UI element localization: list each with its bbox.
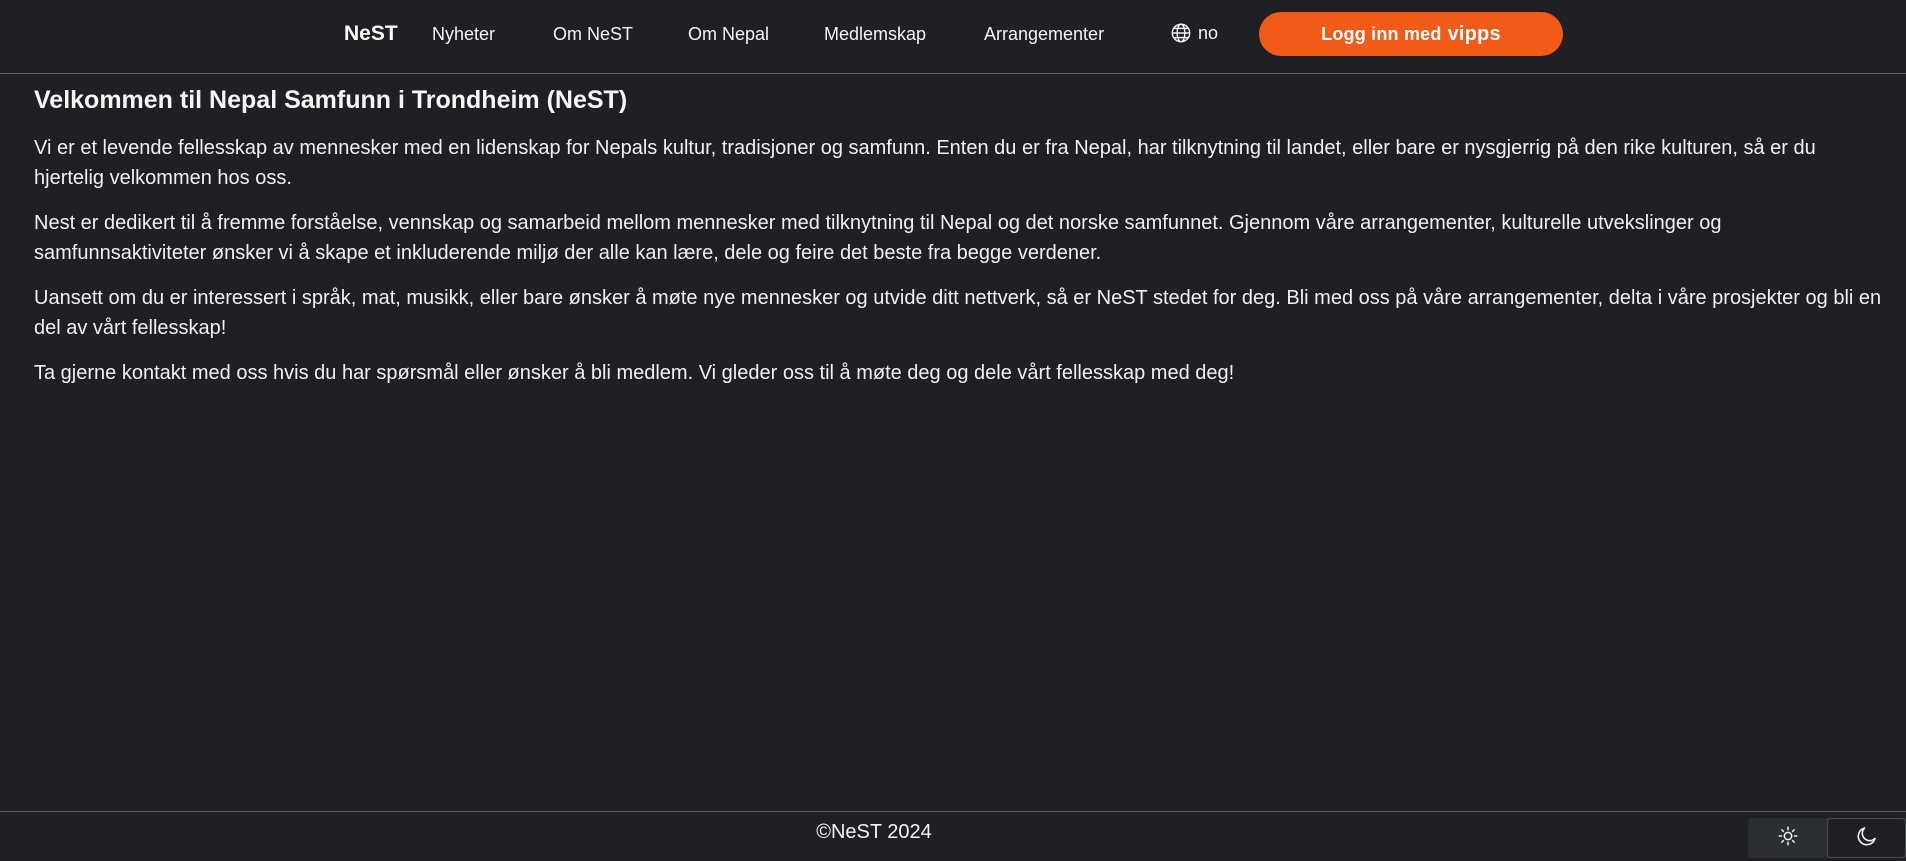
nav-link-om-nepal[interactable]: Om Nepal <box>688 24 769 45</box>
theme-toggle <box>1748 818 1906 858</box>
language-value: no <box>1198 22 1219 43</box>
vipps-logo: vipps <box>1447 22 1501 45</box>
language-selector[interactable]: no <box>1170 22 1218 44</box>
nav-link-om-nest[interactable]: Om NeST <box>553 24 633 45</box>
copyright-text: ©NeST 2024 <box>816 821 932 843</box>
login-vipps-button[interactable]: Logg inn med vipps <box>1259 12 1563 56</box>
sun-icon <box>1777 825 1799 852</box>
brand-logo[interactable]: NeST <box>344 22 398 46</box>
nav-link-medlemskap[interactable]: Medlemskap <box>824 24 926 45</box>
main-content: Velkommen til Nepal Samfunn i Trondheim … <box>34 86 1884 403</box>
nav-link-nyheter[interactable]: Nyheter <box>432 24 495 45</box>
nav-link-arrangementer[interactable]: Arrangementer <box>984 24 1104 45</box>
intro-paragraph-4: Ta gjerne kontakt med oss hvis du har sp… <box>34 362 1235 384</box>
dark-theme-button[interactable] <box>1827 818 1906 858</box>
intro-paragraph-2: Nest er dedikert til å fremme forståelse… <box>34 212 1722 264</box>
login-label: Logg inn med <box>1321 23 1442 44</box>
top-navigation-bar: NeST Nyheter Om NeST Om Nepal Medlemskap… <box>0 0 1906 74</box>
intro-paragraph-3: Uansett om du er interessert i språk, ma… <box>34 287 1882 339</box>
intro-paragraph-1: Vi er et levende fellesskap av mennesker… <box>34 137 1816 189</box>
light-theme-button[interactable] <box>1748 818 1827 858</box>
moon-icon <box>1855 824 1879 853</box>
page-title: Velkommen til Nepal Samfunn i Trondheim … <box>34 86 628 114</box>
footer: ©NeST 2024 <box>0 811 1906 861</box>
globe-icon <box>1170 22 1192 44</box>
